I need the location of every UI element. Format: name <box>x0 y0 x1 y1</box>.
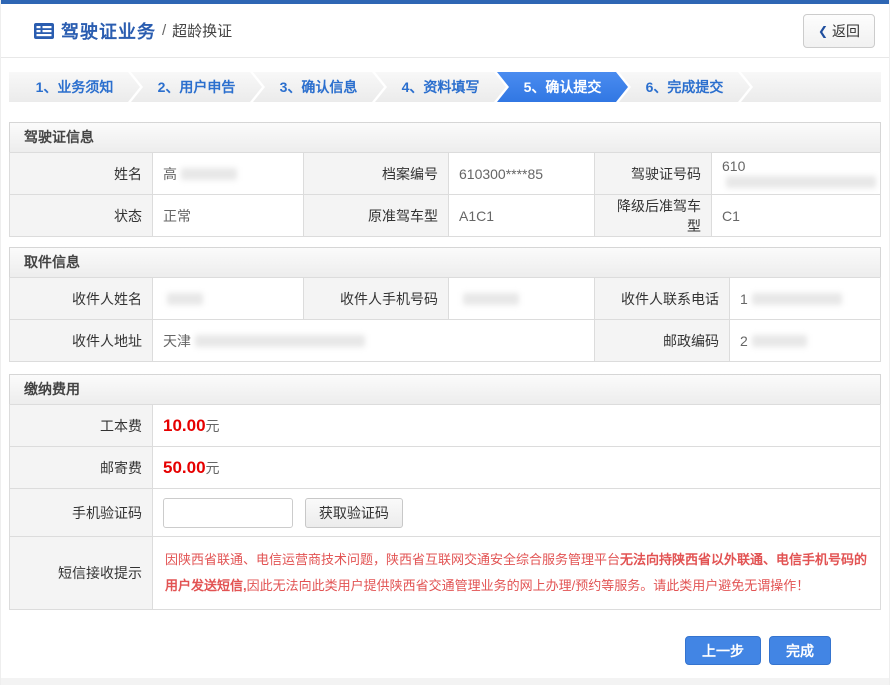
breadcrumb-current: 超龄换证 <box>172 20 232 41</box>
chevron-left-icon: ❮ <box>818 24 828 38</box>
get-sms-code-button[interactable]: 获取验证码 <box>305 498 403 528</box>
step-4-fill-materials[interactable]: 4、资料填写 <box>375 72 506 102</box>
breadcrumb-separator: / <box>162 22 166 39</box>
table-row: 工本费 10.00元 <box>10 405 881 447</box>
pickup-info-table: 收件人姓名 收件人手机号码 收件人联系电话 1 收件人地址 天津 邮政编码 2 <box>9 277 881 362</box>
license-info-section: 驾驶证信息 姓名 高 档案编号 610300****85 驾驶证号码 610 状… <box>9 122 881 237</box>
recipient-address-value: 天津 <box>153 320 595 362</box>
name-value: 高 <box>153 153 304 195</box>
redacted-text <box>181 168 237 180</box>
status-value: 正常 <box>153 195 304 237</box>
pickup-info-section: 取件信息 收件人姓名 收件人手机号码 收件人联系电话 1 收件人地址 天津 邮政… <box>9 247 881 362</box>
recipient-address-label: 收件人地址 <box>10 320 153 362</box>
redacted-text <box>167 293 203 305</box>
table-row: 姓名 高 档案编号 610300****85 驾驶证号码 610 <box>10 153 881 195</box>
license-service-icon <box>33 22 55 40</box>
license-number-label: 驾驶证号码 <box>595 153 712 195</box>
downgraded-class-value: C1 <box>712 195 881 237</box>
fees-section: 缴纳费用 工本费 10.00元 邮寄费 50.00元 手机验证码 获取验证码 短… <box>9 374 881 610</box>
name-label: 姓名 <box>10 153 153 195</box>
recipient-name-value <box>153 278 304 320</box>
fees-section-title: 缴纳费用 <box>9 374 881 405</box>
table-row: 收件人姓名 收件人手机号码 收件人联系电话 1 <box>10 278 881 320</box>
license-number-value: 610 <box>712 153 881 195</box>
sms-code-label: 手机验证码 <box>10 489 153 537</box>
table-row: 邮寄费 50.00元 <box>10 447 881 489</box>
recipient-phone-label: 收件人联系电话 <box>595 278 730 320</box>
redacted-text <box>726 176 876 188</box>
postal-code-label: 邮政编码 <box>595 320 730 362</box>
step-navigation: 1、业务须知 2、用户申告 3、确认信息 4、资料填写 5、确认提交 6、完成提… <box>9 72 881 102</box>
file-number-value: 610300****85 <box>449 153 595 195</box>
production-fee-value: 10.00元 <box>153 405 881 447</box>
redacted-text <box>752 293 842 305</box>
table-row: 短信接收提示 因陕西省联通、电信运营商技术问题，陕西省互联网交通安全综合服务管理… <box>10 537 881 610</box>
postage-fee-value: 50.00元 <box>153 447 881 489</box>
file-number-label: 档案编号 <box>304 153 449 195</box>
fees-table: 工本费 10.00元 邮寄费 50.00元 手机验证码 获取验证码 短信接收提示… <box>9 404 881 610</box>
postage-fee-label: 邮寄费 <box>10 447 153 489</box>
recipient-mobile-value <box>449 278 595 320</box>
recipient-name-label: 收件人姓名 <box>10 278 153 320</box>
postal-code-value: 2 <box>730 320 881 362</box>
footer-actions: 上一步 完成 <box>1 636 831 665</box>
step-3-confirm-info[interactable]: 3、确认信息 <box>253 72 384 102</box>
sms-code-input[interactable] <box>163 498 293 528</box>
production-fee-label: 工本费 <box>10 405 153 447</box>
sms-notice-text: 因陕西省联通、电信运营商技术问题，陕西省互联网交通安全综合服务管理平台无法向持陕… <box>165 552 867 593</box>
step-nav-filler <box>741 72 881 102</box>
recipient-phone-value: 1 <box>730 278 881 320</box>
table-row: 状态 正常 原准驾车型 A1C1 降级后准驾车型 C1 <box>10 195 881 237</box>
original-class-value: A1C1 <box>449 195 595 237</box>
pickup-section-title: 取件信息 <box>9 247 881 278</box>
sms-notice-label: 短信接收提示 <box>10 537 153 610</box>
page-header: 驾驶证业务 / 超龄换证 ❮ 返回 <box>1 4 889 58</box>
table-row: 收件人地址 天津 邮政编码 2 <box>10 320 881 362</box>
status-label: 状态 <box>10 195 153 237</box>
finish-button[interactable]: 完成 <box>769 636 831 665</box>
step-1-business-notice[interactable]: 1、业务须知 <box>9 72 140 102</box>
sms-code-cell: 获取验证码 <box>153 489 881 537</box>
step-6-complete-submit[interactable]: 6、完成提交 <box>619 72 750 102</box>
previous-step-button[interactable]: 上一步 <box>685 636 761 665</box>
step-5-confirm-submit[interactable]: 5、确认提交 <box>497 72 628 102</box>
redacted-text <box>463 293 519 305</box>
recipient-mobile-label: 收件人手机号码 <box>304 278 449 320</box>
license-section-title: 驾驶证信息 <box>9 122 881 153</box>
original-class-label: 原准驾车型 <box>304 195 449 237</box>
downgraded-class-label: 降级后准驾车型 <box>595 195 712 237</box>
sms-notice-cell: 因陕西省联通、电信运营商技术问题，陕西省互联网交通安全综合服务管理平台无法向持陕… <box>153 537 881 610</box>
bottom-strip <box>1 678 889 685</box>
license-info-table: 姓名 高 档案编号 610300****85 驾驶证号码 610 状态 正常 原… <box>9 152 881 237</box>
back-button-label: 返回 <box>832 21 860 41</box>
redacted-text <box>195 335 365 347</box>
table-row: 手机验证码 获取验证码 <box>10 489 881 537</box>
redacted-text <box>752 335 807 347</box>
step-2-user-declaration[interactable]: 2、用户申告 <box>131 72 262 102</box>
service-title: 驾驶证业务 <box>61 18 156 44</box>
back-button[interactable]: ❮ 返回 <box>803 14 875 48</box>
